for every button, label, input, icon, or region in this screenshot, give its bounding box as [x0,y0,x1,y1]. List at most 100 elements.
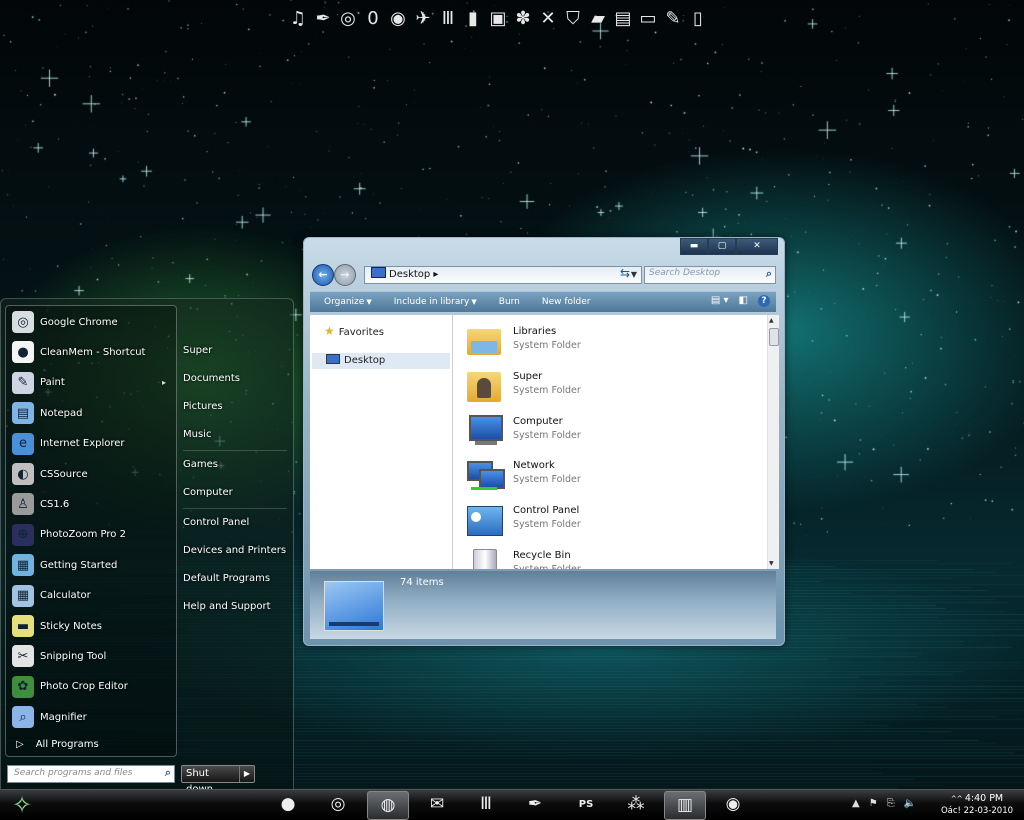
shutdown-button[interactable]: Shut down ▶ [181,765,255,795]
back-button[interactable]: ← [312,264,334,286]
firefox-icon[interactable]: ◍ [367,791,409,820]
chrome-icon[interactable]: ◎ [318,791,358,818]
gear-flower-icon[interactable]: ✽ [513,8,533,30]
brush-icon[interactable]: ✒ [313,8,333,30]
eye-icon[interactable]: ◉ [388,8,408,30]
include-in-library-button[interactable]: Include in library ▼ [394,297,477,307]
refresh-icon[interactable]: ⇆ [620,266,630,280]
program-icon: ✎ [12,371,34,394]
folder-icon[interactable]: ▰ [588,8,608,30]
start-place-documents[interactable]: Documents [183,373,240,384]
eye-icon[interactable]: ◉ [713,791,753,818]
all-programs-button[interactable]: ▷ All Programs [16,739,99,750]
paint-brush-icon[interactable]: ✒ [515,791,555,818]
start-search-input[interactable]: Search programs and files ⌕ [7,765,175,783]
file-item[interactable]: Control Panel System Folder [461,500,741,540]
start-place-music[interactable]: Music [183,429,211,440]
scroll-thumb[interactable] [769,328,779,346]
program-item[interactable]: ◎ Google Chrome [12,308,172,336]
start-place-computer[interactable]: Computer [183,487,233,498]
start-place-devices-and-printers[interactable]: Devices and Printers [183,545,286,556]
clock[interactable]: ^^ 4:40 PM Oác! 22-03-2010 [934,793,1020,816]
scroll-up-icon[interactable]: ▲ [769,317,774,324]
photoshop-icon[interactable]: PS [566,791,606,818]
network-nodes-icon[interactable]: ⁂ [616,791,656,818]
file-item[interactable]: Libraries System Folder [461,321,741,361]
program-item[interactable]: ▬ Sticky Notes [12,612,172,640]
program-label: Calculator [40,590,91,602]
program-item[interactable]: ✂ Snipping Tool [12,642,172,670]
program-icon: ✿ [12,675,34,698]
forward-button[interactable]: → [334,264,356,286]
program-item[interactable]: ✿ Photo Crop Editor [12,673,172,701]
program-item[interactable]: ▦ Getting Started [12,551,172,579]
burn-button[interactable]: Burn [499,297,520,307]
file-item[interactable]: Network System Folder [461,455,741,495]
preview-pane-icon[interactable]: ◧ [739,295,748,307]
program-item[interactable]: ⊕ PhotoZoom Pro 2 [12,521,172,549]
details-pane: 74 items [310,571,776,639]
start-place-control-panel[interactable]: Control Panel [183,517,249,528]
view-options-icon[interactable]: ▤ ▾ [711,295,729,307]
file-type: System Folder [513,384,581,396]
flag-icon[interactable]: ⚑ [869,798,878,809]
start-place-help-and-support[interactable]: Help and Support [183,601,271,612]
desktop-nav-item[interactable]: Desktop [312,353,450,369]
close-x-icon[interactable]: ✕ [538,8,558,30]
bin-icon[interactable]: ▯ [688,8,708,30]
address-bar[interactable]: Desktop ▸ ▼ [364,266,642,284]
chip-icon[interactable]: ▤ [613,8,633,30]
shield-icon[interactable]: ⛉ [563,8,583,30]
program-icon: ▦ [12,584,34,607]
program-icon: ● [12,341,34,364]
program-item[interactable]: ▤ Notepad [12,399,172,427]
program-item[interactable]: ● CleanMem - Shortcut [12,338,172,366]
explorer-icon[interactable]: ▥ [664,791,706,820]
view-controls: ▤ ▾ ◧ ? [711,295,770,307]
explorer-search-input[interactable]: Search Desktop ⌕ [644,266,776,284]
browser-logo-icon[interactable]: ◎ [338,8,358,30]
start-place-super[interactable]: Super [183,345,212,356]
scroll-down-icon[interactable]: ▼ [769,560,774,567]
volume-icon[interactable]: 🔈 [904,798,916,809]
start-place-pictures[interactable]: Pictures [183,401,223,412]
zero-icon[interactable]: 0 [363,8,383,30]
mail-icon[interactable]: ✉ [417,791,457,818]
program-item[interactable]: ✎ Paint ▸ [12,369,172,397]
close-button[interactable]: ✕ [736,238,778,255]
search-icon: ⌕ [765,267,772,280]
help-icon[interactable]: ? [758,295,770,307]
new-folder-button[interactable]: New folder [542,297,591,307]
start-orb-icon[interactable]: ✧ [6,790,38,820]
program-item[interactable]: e Internet Explorer [12,430,172,458]
ipod-icon[interactable]: ▣ [488,8,508,30]
start-place-games[interactable]: Games [183,459,218,470]
chevron-down-icon[interactable]: ▼ [631,267,637,283]
file-item[interactable]: Recycle Bin System Folder [461,545,741,569]
vertical-scrollbar[interactable]: ▲ ▼ [767,315,779,569]
m-logo-icon[interactable]: Ⅲ [466,791,506,818]
start-place-default-programs[interactable]: Default Programs [183,573,270,584]
address-text: Desktop [389,269,431,280]
program-item[interactable]: ♙ CS1.6 [12,490,172,518]
favorites-item[interactable]: ★ Favorites [324,324,384,338]
monitor-icon[interactable]: ▭ [638,8,658,30]
chevron-up-icon[interactable]: ▲ [852,798,860,809]
cleanmem-icon[interactable]: ● [268,791,308,818]
wrench-icon[interactable]: ✎ [663,8,683,30]
music-note-icon[interactable]: ♫ [288,8,308,30]
submenu-arrow-icon[interactable]: ▸ [162,378,166,387]
maximize-button[interactable]: ▢ [708,238,736,255]
glass-icon[interactable]: ▮ [463,8,483,30]
m-logo-icon[interactable]: Ⅲ [438,8,458,30]
program-item[interactable]: ▦ Calculator [12,582,172,610]
file-item[interactable]: Super System Folder [461,366,741,406]
minimize-button[interactable]: ▬ [680,238,708,255]
program-item[interactable]: ⌕ Magnifier [12,703,172,731]
bird-icon[interactable]: ✈ [413,8,433,30]
file-item[interactable]: Computer System Folder [461,411,741,451]
network-tray-icon[interactable]: ⎘ [887,798,895,809]
program-item[interactable]: ◐ CSSource [12,460,172,488]
organize-button[interactable]: Organize ▼ [324,297,372,307]
chevron-right-icon[interactable]: ▶ [238,766,254,782]
